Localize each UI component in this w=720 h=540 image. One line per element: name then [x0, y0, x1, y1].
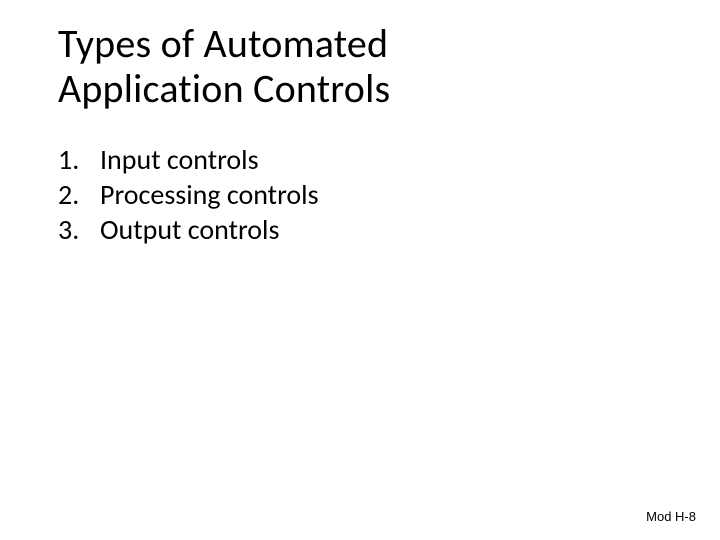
list-item-number: 2. [58, 177, 92, 212]
list-item-number: 3. [58, 212, 92, 247]
slide-title: Types of Automated Application Controls [58, 22, 390, 112]
slide-footer: Mod H-8 [646, 509, 696, 524]
ordered-list: 1. Input controls 2. Processing controls… [58, 142, 319, 247]
title-line-2: Application Controls [58, 67, 390, 112]
slide: Types of Automated Application Controls … [0, 0, 720, 540]
list-item-label: Processing controls [92, 177, 319, 212]
list-item: 3. Output controls [58, 212, 319, 247]
list-item: 1. Input controls [58, 142, 319, 177]
list-item-label: Input controls [92, 142, 259, 177]
list-item-label: Output controls [92, 212, 279, 247]
list-item-number: 1. [58, 142, 92, 177]
list-item: 2. Processing controls [58, 177, 319, 212]
title-line-1: Types of Automated [58, 22, 390, 67]
